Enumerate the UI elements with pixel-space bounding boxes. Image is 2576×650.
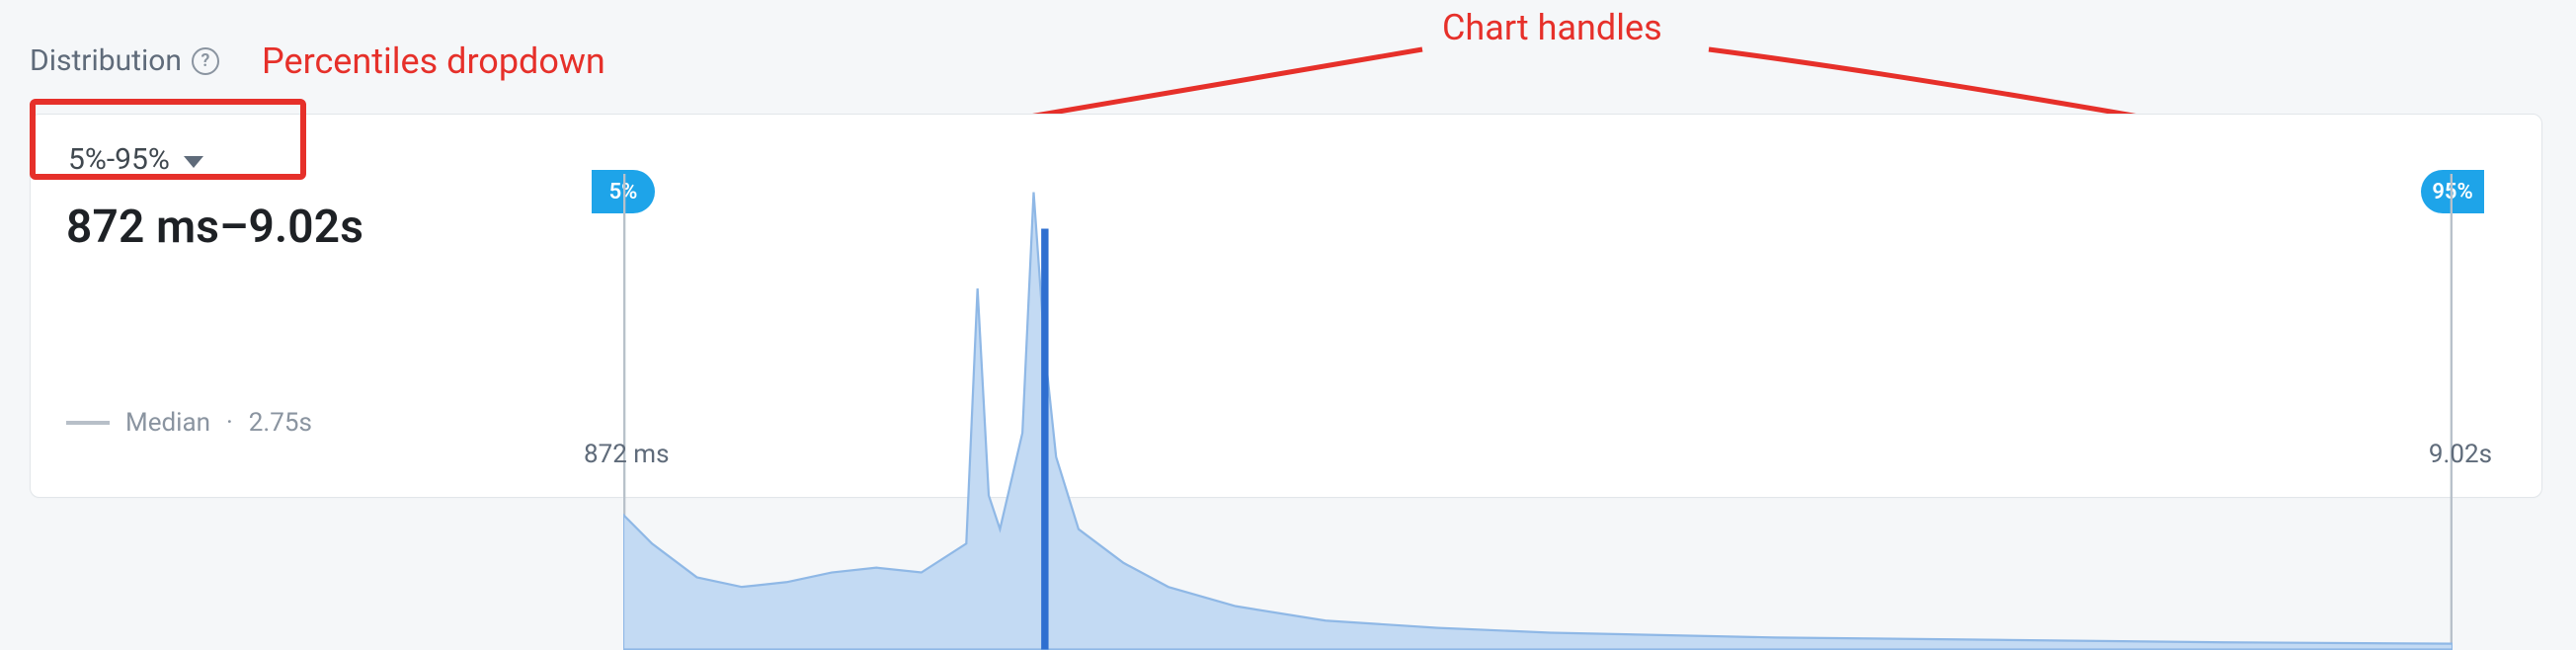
distribution-card: 5%-95% 872 ms–9.02s Median · 2.75s 5% 95…	[30, 114, 2542, 498]
chart-region: 5% 95% 872 ms 9.02s	[584, 115, 2492, 497]
chevron-down-icon	[184, 156, 203, 168]
median-label: Median	[125, 408, 210, 438]
median-line-icon	[66, 421, 110, 425]
section-title: Distribution	[30, 43, 182, 78]
median-legend: Median · 2.75s	[66, 408, 312, 438]
axis-label-left: 872 ms	[584, 440, 670, 469]
median-value: 2.75s	[249, 408, 312, 438]
median-separator: ·	[226, 408, 233, 438]
distribution-chart	[623, 174, 2453, 650]
axis-label-right: 9.02s	[2429, 440, 2492, 469]
annotation-handles-label: Chart handles	[1442, 10, 1662, 45]
percentiles-dropdown-label: 5%-95%	[68, 142, 170, 177]
annotation-dropdown-label: Percentiles dropdown	[262, 43, 605, 79]
section-header: Distribution ?	[30, 43, 219, 78]
percentiles-dropdown[interactable]: 5%-95%	[66, 138, 205, 181]
help-icon[interactable]: ?	[192, 47, 219, 75]
range-value: 872 ms–9.02s	[66, 201, 501, 254]
info-column: 5%-95% 872 ms–9.02s	[66, 138, 501, 254]
